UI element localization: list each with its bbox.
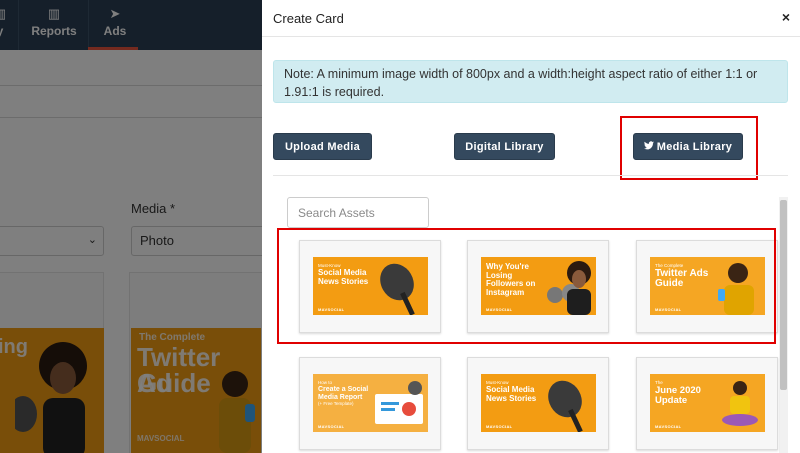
asset-card[interactable]: The Complete Twitter Ads Guide MAVSOCIAL — [636, 240, 778, 333]
modal-title: Create Card — [273, 11, 344, 26]
person-illustration — [547, 261, 591, 315]
create-card-modal: Create Card × Note: A minimum image widt… — [262, 0, 800, 453]
microphone-illustration — [548, 380, 583, 432]
person-illustration — [722, 381, 758, 426]
close-icon[interactable]: × — [782, 9, 790, 25]
twitter-bird-icon — [643, 141, 654, 152]
digital-library-button[interactable]: Digital Library — [454, 133, 555, 160]
image-requirements-note: Note: A minimum image width of 800px and… — [273, 60, 788, 103]
report-illustration — [375, 381, 423, 424]
microphone-illustration — [380, 263, 415, 315]
media-library-button[interactable]: Media Library — [633, 133, 743, 160]
modal-header: Create Card × — [262, 0, 800, 37]
upload-media-button[interactable]: Upload Media — [273, 133, 372, 160]
asset-thumbnail: The June 2020 Update MAVSOCIAL — [650, 374, 765, 432]
asset-card[interactable]: Must-Know Social Media News Stories MAVS… — [299, 240, 441, 333]
asset-thumbnail: Must-Know Social Media News Stories MAVS… — [481, 374, 596, 432]
asset-thumbnail: The Complete Twitter Ads Guide MAVSOCIAL — [650, 257, 765, 315]
asset-thumbnail: Why You're Losing Followers on Instagram… — [481, 257, 596, 315]
section-divider — [273, 175, 788, 176]
scrollbar-thumb[interactable] — [780, 200, 787, 390]
asset-thumbnail: Must-Know Social Media News Stories MAVS… — [313, 257, 428, 315]
person-illustration — [718, 263, 754, 315]
asset-card[interactable]: How to Create a Social Media Report (+ F… — [299, 357, 441, 450]
asset-card[interactable]: Must-Know Social Media News Stories MAVS… — [467, 357, 609, 450]
asset-thumbnail: How to Create a Social Media Report (+ F… — [313, 374, 428, 432]
asset-card[interactable]: Why You're Losing Followers on Instagram… — [467, 240, 609, 333]
search-assets-input[interactable] — [287, 197, 429, 228]
asset-card[interactable]: The June 2020 Update MAVSOCIAL — [636, 357, 778, 450]
